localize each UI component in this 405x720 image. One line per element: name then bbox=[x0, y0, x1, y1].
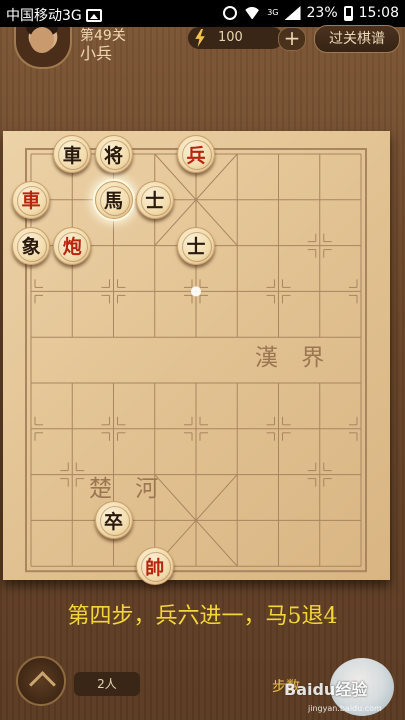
watermark-text: Baidu经验 bbox=[284, 680, 368, 699]
signal-icon bbox=[284, 6, 301, 20]
piece-black-ma[interactable]: 馬 bbox=[94, 180, 133, 219]
carrier-label: 中国移动3G bbox=[6, 8, 82, 24]
piece-red-shuai[interactable]: 帥 bbox=[135, 547, 174, 586]
piece-black-jiang[interactable]: 将 bbox=[94, 135, 133, 173]
energy-counter: 100 bbox=[188, 27, 283, 49]
river-chu-label: 楚 河 bbox=[89, 476, 167, 502]
step-caption: 第四步，兵六进一，马5退4 bbox=[67, 604, 338, 629]
river-han-label: 漢 界 bbox=[255, 345, 333, 371]
wifi-icon bbox=[243, 7, 261, 19]
watermark-url: jingyan.baidu.com bbox=[308, 704, 382, 713]
image-notification-icon bbox=[85, 8, 102, 22]
piece-label: 将 bbox=[103, 144, 123, 167]
piece-label: 士 bbox=[186, 236, 206, 259]
energy-value: 100 bbox=[218, 30, 243, 45]
piece-label: 象 bbox=[21, 236, 41, 259]
piece-label: 車 bbox=[21, 190, 41, 213]
piece-black-che-1[interactable]: 車 bbox=[53, 135, 92, 173]
clock: 15:08 bbox=[358, 5, 399, 21]
piece-black-zu[interactable]: 卒 bbox=[94, 501, 133, 540]
alarm-icon bbox=[223, 6, 238, 20]
network-type-label: 3G bbox=[267, 8, 279, 17]
piece-red-bing-top[interactable]: 兵 bbox=[177, 135, 215, 173]
piece-black-shi-2[interactable]: 士 bbox=[177, 226, 215, 265]
piece-label: 兵 bbox=[186, 144, 206, 167]
piece-red-che[interactable]: 車 bbox=[12, 180, 50, 219]
piece-black-xiang[interactable]: 象 bbox=[12, 226, 50, 265]
piece-label: 卒 bbox=[103, 510, 123, 533]
players-count: 2人 bbox=[74, 672, 140, 696]
lightning-icon bbox=[195, 29, 205, 47]
battery-icon bbox=[343, 5, 353, 21]
menu-button[interactable] bbox=[16, 656, 66, 706]
piece-label: 士 bbox=[145, 190, 165, 213]
battery-percent: 23% bbox=[306, 5, 338, 21]
piece-black-shi-1[interactable]: 士 bbox=[135, 180, 174, 219]
piece-label: 馬 bbox=[103, 190, 123, 213]
chevron-up-icon bbox=[29, 671, 56, 698]
status-bar: 中国移动3G 3G 23% 15:08 bbox=[0, 0, 405, 27]
piece-label: 帥 bbox=[145, 556, 165, 579]
walkthrough-button[interactable]: 过关棋谱 bbox=[314, 25, 400, 53]
add-energy-button[interactable]: + bbox=[278, 27, 306, 51]
rank-label: 小兵 bbox=[80, 44, 113, 63]
piece-red-pao[interactable]: 炮 bbox=[53, 226, 92, 265]
piece-label: 車 bbox=[62, 144, 82, 167]
piece-label: 炮 bbox=[62, 236, 82, 259]
